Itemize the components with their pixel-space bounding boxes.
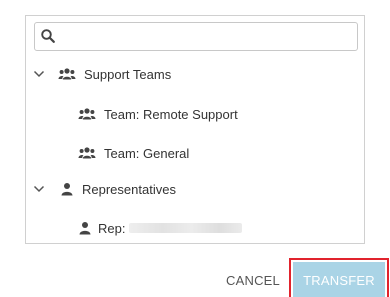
tree-item-team-general[interactable]: Team: General <box>78 142 189 164</box>
user-icon <box>79 222 91 235</box>
user-icon <box>61 183 73 196</box>
tree-node-representatives[interactable]: Representatives <box>32 178 176 200</box>
search-box[interactable] <box>34 22 358 51</box>
transfer-target-panel <box>25 15 365 244</box>
tree-item-team-remote-support[interactable]: Team: Remote Support <box>78 103 238 125</box>
tree-item-label: Team: Remote Support <box>104 106 238 122</box>
users-group-icon <box>78 147 96 159</box>
transfer-dialog: Support Teams Team: Remote Support Team:… <box>0 0 390 297</box>
tree-item-label: Rep: <box>98 220 126 236</box>
tree-item-label: Team: General <box>104 145 190 161</box>
tree-item-rep[interactable]: Rep: <box>78 217 243 239</box>
tree-node-support-teams[interactable]: Support Teams <box>32 63 171 85</box>
redacted-name <box>129 223 243 233</box>
chevron-down-icon[interactable] <box>32 67 46 81</box>
search-input[interactable] <box>61 26 353 47</box>
transfer-button[interactable]: TRANSFER <box>293 262 385 297</box>
tree-node-label: Support Teams <box>84 66 172 82</box>
search-icon <box>41 29 55 43</box>
chevron-down-icon[interactable] <box>32 182 46 196</box>
users-group-icon <box>78 108 96 120</box>
cancel-button[interactable]: CANCEL <box>222 262 284 297</box>
users-group-icon <box>58 68 76 80</box>
tree-node-label: Representatives <box>82 181 176 197</box>
